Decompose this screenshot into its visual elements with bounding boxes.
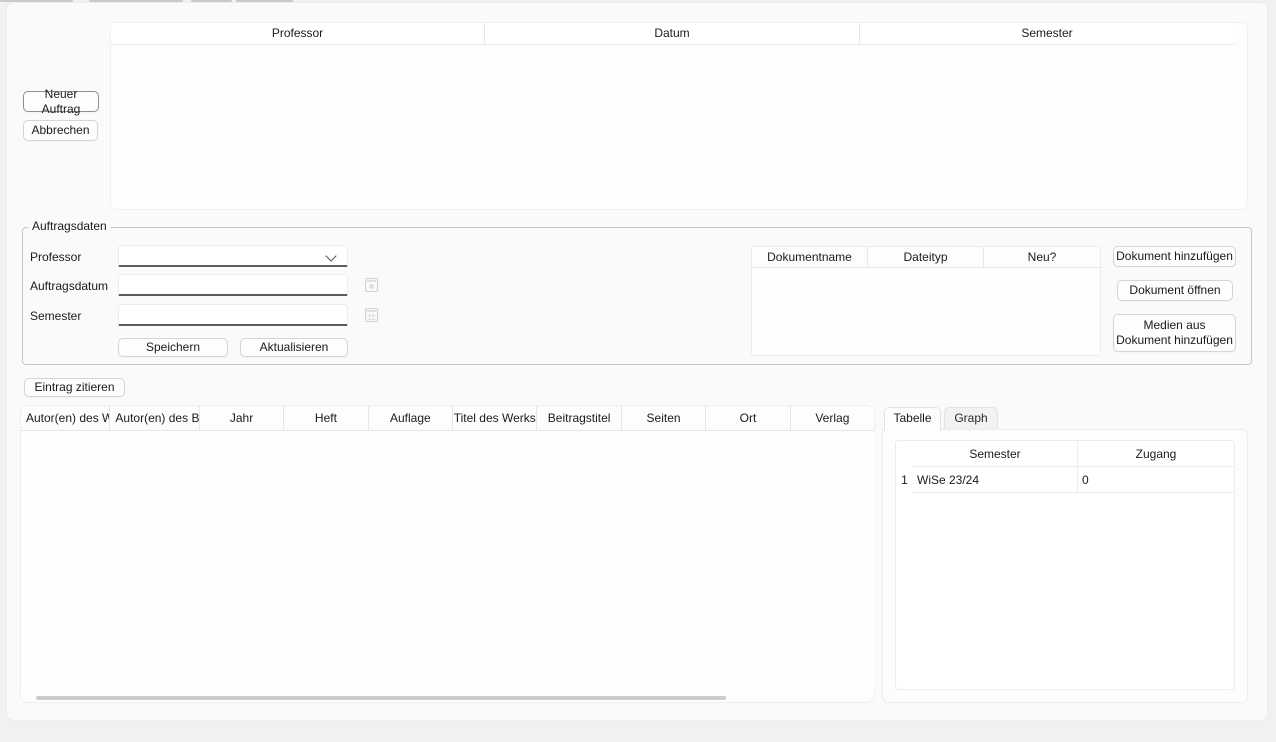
stats-row-number-gutter [896,441,913,467]
semester-input[interactable] [118,304,348,326]
entries-column-place[interactable]: Ort [705,406,789,431]
order-date-input[interactable] [118,274,348,296]
entries-column-work-authors[interactable]: Autor(en) des Werks [21,406,109,431]
documents-column-name[interactable]: Dokumentname [752,247,867,268]
calendar-icon[interactable] [365,308,378,322]
entries-column-edition[interactable]: Auflage [368,406,452,431]
documents-table-header: Dokumentname Dateityp Neu? [752,247,1100,268]
cite-entry-button[interactable]: Eintrag zitieren [24,378,125,397]
entries-table: Autor(en) des Werks Autor(en) des Beitra… [20,405,875,703]
entries-column-pages[interactable]: Seiten [621,406,705,431]
entries-column-issue[interactable]: Heft [283,406,367,431]
entries-column-contribution-authors[interactable]: Autor(en) des Beitrags [109,406,198,431]
orders-table: Professor Datum Semester [110,22,1248,210]
stats-column-semester[interactable]: Semester [913,441,1078,467]
entries-column-work-title[interactable]: Titel des Werks [452,406,536,431]
professor-combobox[interactable] [118,245,348,267]
entries-column-year[interactable]: Jahr [199,406,283,431]
professor-label: Professor [30,250,81,264]
orders-table-header: Professor Datum Semester [111,23,1234,45]
update-button[interactable]: Aktualisieren [240,338,348,357]
documents-column-new[interactable]: Neu? [983,247,1100,268]
tab-graph[interactable]: Graph [944,407,998,430]
semester-label: Semester [30,309,81,323]
row-zugang-value[interactable]: 0 [1078,467,1234,493]
documents-column-filetype[interactable]: Dateityp [867,247,983,268]
order-date-label: Auftragsdatum [30,279,108,293]
row-number: 1 [896,467,913,493]
stats-table-header: Semester Zugang [896,441,1234,467]
entries-column-publisher[interactable]: Verlag [790,406,874,431]
cancel-button[interactable]: Abbrechen [23,120,98,141]
orders-column-datum[interactable]: Datum [484,23,859,45]
table-row[interactable]: 1 WiSe 23/24 0 [896,467,1234,493]
orders-column-semester[interactable]: Semester [859,23,1234,45]
calendar-date-icon[interactable] [365,278,378,292]
app-window: Professor Datum Semester Neuer Auftrag A… [0,0,1276,742]
documents-table-body[interactable] [752,268,1100,355]
row-semester-value[interactable]: WiSe 23/24 [913,467,1078,493]
entries-column-contribution-title[interactable]: Beitragstitel [536,406,620,431]
entries-table-header: Autor(en) des Werks Autor(en) des Beitra… [21,406,874,431]
stats-table: Semester Zugang 1 WiSe 23/24 0 [895,440,1235,690]
add-media-button[interactable]: Medien aus Dokument hinzufügen [1113,314,1236,352]
add-document-button[interactable]: Dokument hinzufügen [1113,246,1236,267]
orders-table-body[interactable] [111,45,1234,205]
chevron-down-icon [325,250,336,261]
horizontal-scrollbar[interactable] [36,696,726,700]
open-document-button[interactable]: Dokument öffnen [1117,280,1233,301]
entries-table-body[interactable] [22,431,875,695]
save-button[interactable]: Speichern [118,338,228,357]
stats-column-zugang[interactable]: Zugang [1078,441,1234,467]
new-order-button[interactable]: Neuer Auftrag [23,91,99,112]
documents-table: Dokumentname Dateityp Neu? [751,246,1101,356]
order-data-groupbox-title: Auftragsdaten [28,219,111,233]
orders-column-professor[interactable]: Professor [111,23,484,45]
tab-tabelle[interactable]: Tabelle [884,407,941,431]
